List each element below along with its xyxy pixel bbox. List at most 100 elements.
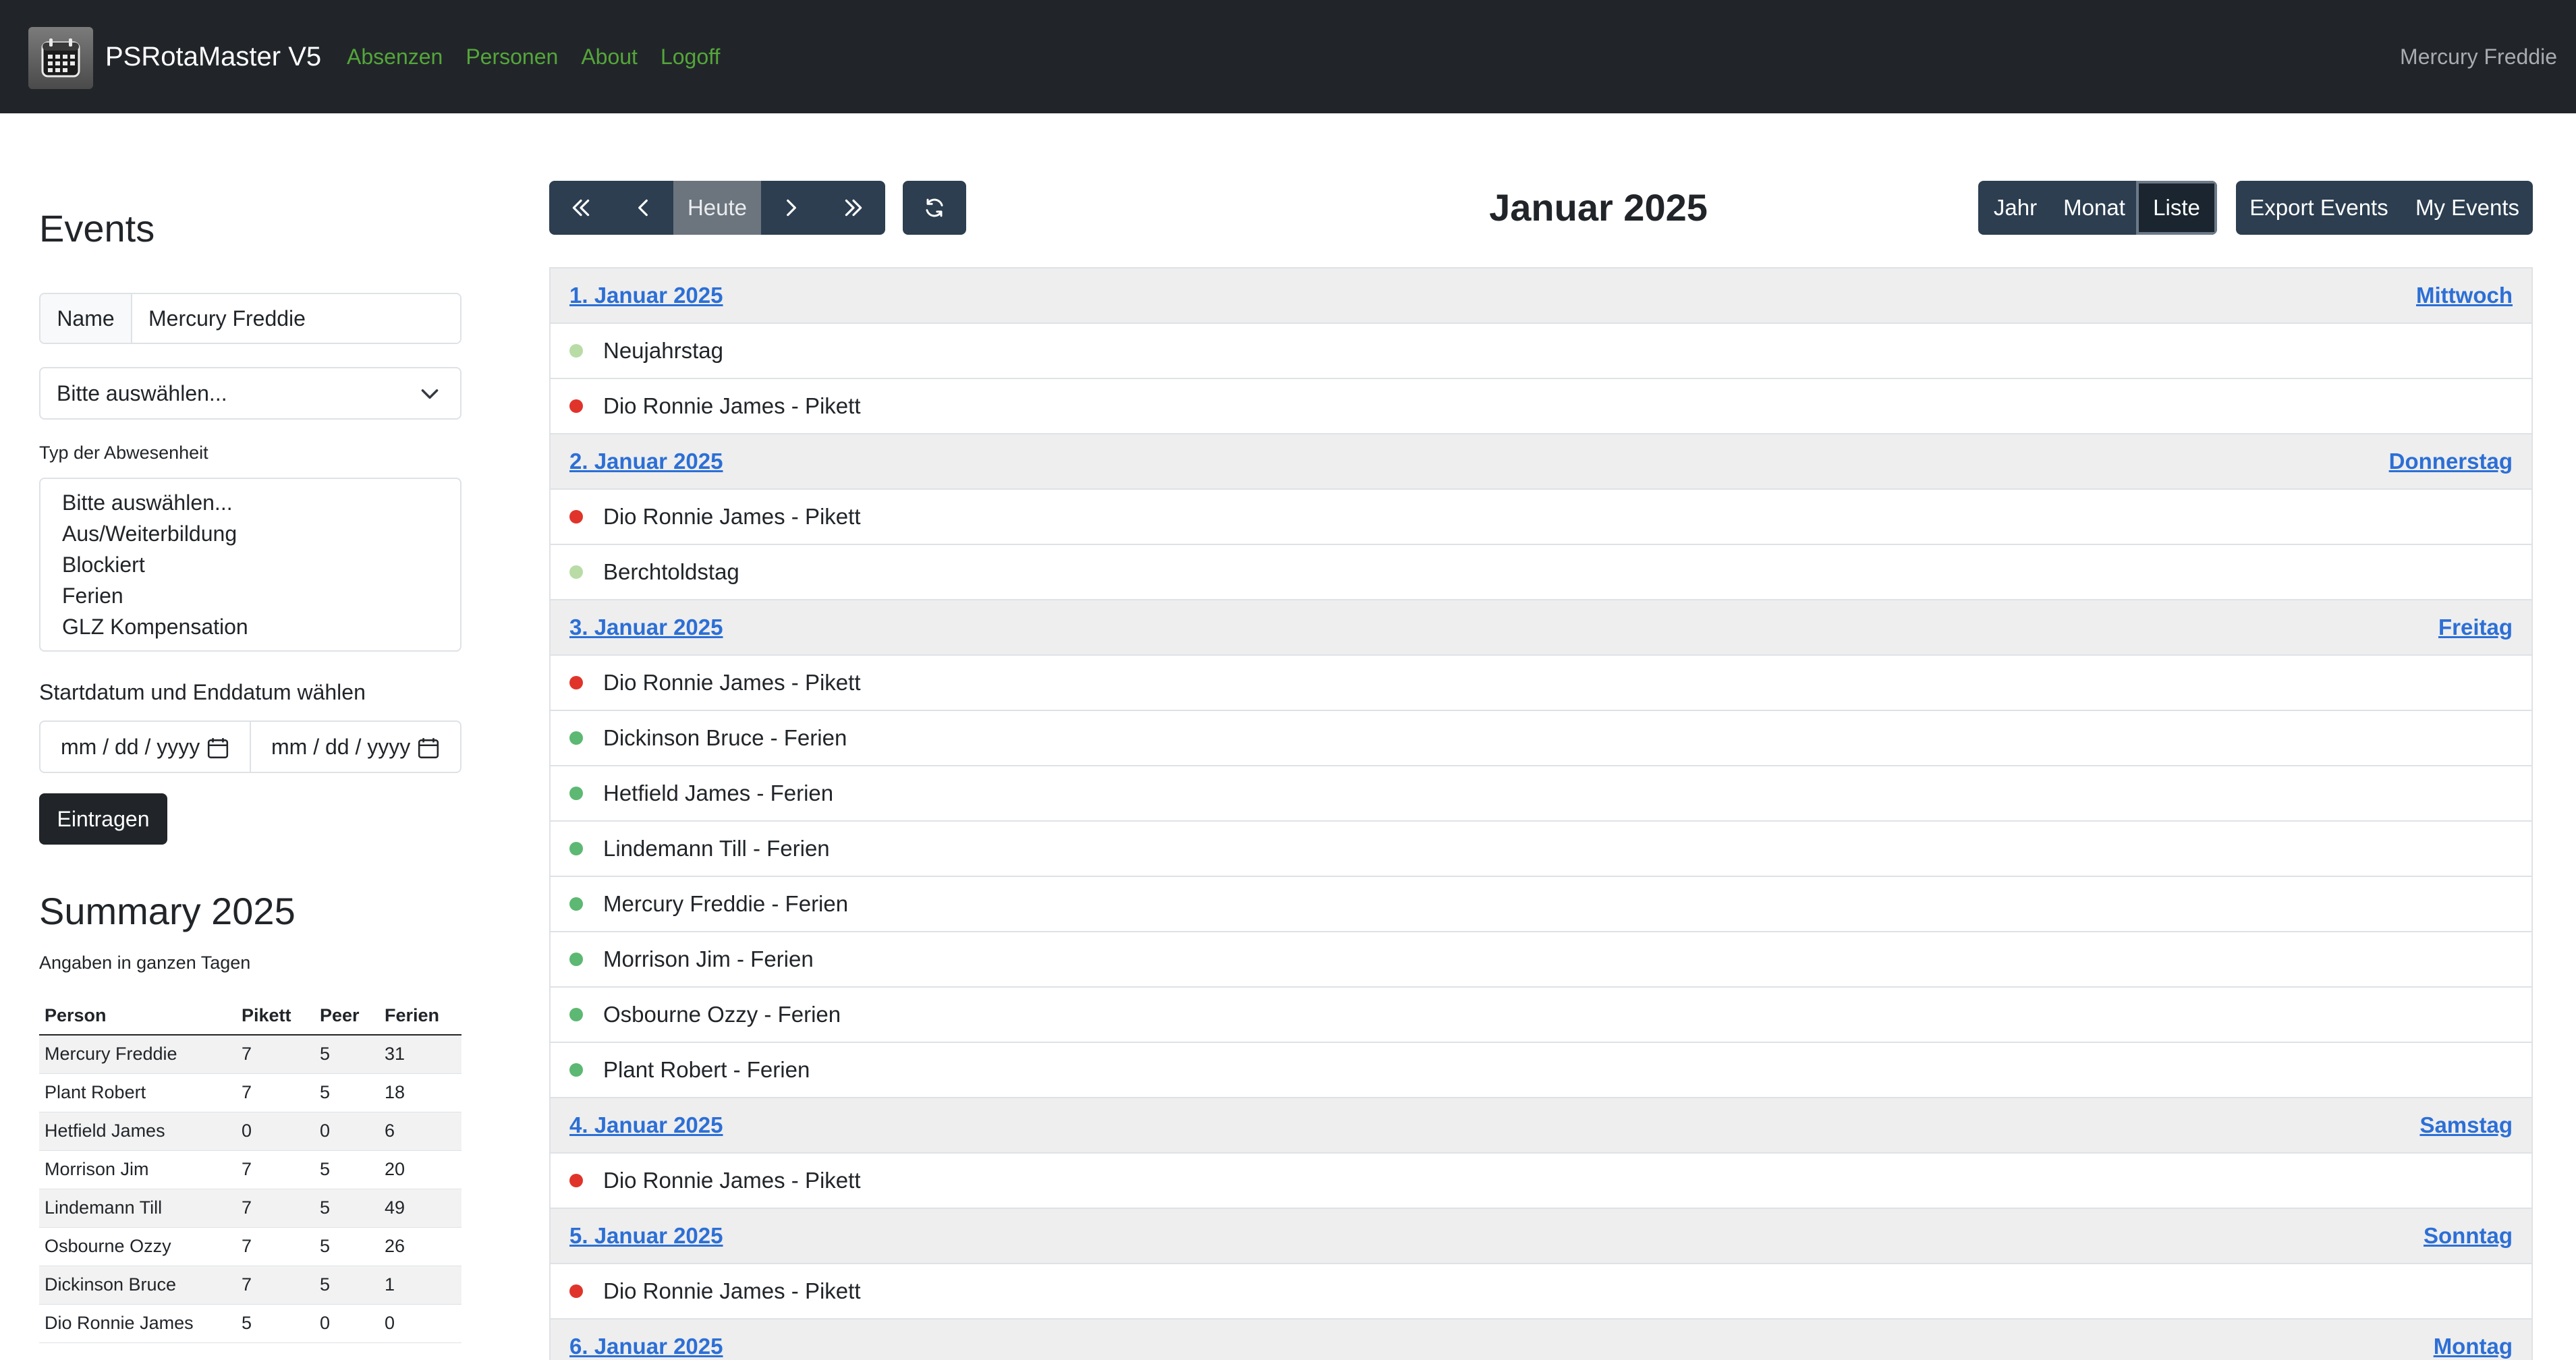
nav-link-logoff[interactable]: Logoff <box>661 43 720 70</box>
event-row[interactable]: Lindemann Till - Ferien <box>551 822 2531 877</box>
name-label: Name <box>40 294 132 343</box>
view-year-button[interactable]: Jahr <box>1978 181 2052 235</box>
event-color-dot-icon <box>569 842 583 855</box>
summary-row: Plant Robert 7 5 18 <box>39 1073 461 1112</box>
calendar-logo-icon[interactable] <box>28 27 93 89</box>
event-row[interactable]: Osbourne Ozzy - Ferien <box>551 988 2531 1043</box>
day-date-link[interactable]: 5. Januar 2025 <box>569 1223 723 1249</box>
start-date-field[interactable]: mm / dd / yyyy <box>40 722 250 772</box>
view-button-group: Jahr Monat Liste <box>1978 181 2217 235</box>
absence-type-option[interactable]: Bitte auswählen... <box>62 487 460 518</box>
summary-cell-ferien: 26 <box>379 1227 461 1266</box>
day-date-link[interactable]: 4. Januar 2025 <box>569 1112 723 1138</box>
event-title: Lindemann Till - Ferien <box>603 836 830 861</box>
event-title: Dio Ronnie James - Pikett <box>603 393 861 418</box>
person-select[interactable]: Bitte auswählen... <box>39 367 461 420</box>
summary-heading: Summary 2025 <box>39 890 296 932</box>
event-row[interactable]: Dickinson Bruce - Ferien <box>551 711 2531 766</box>
export-button-group: Export Events My Events <box>2236 181 2533 235</box>
summary-cell-pikett: 7 <box>236 1035 314 1074</box>
absence-type-option[interactable]: Ferien <box>62 580 460 611</box>
export-events-button[interactable]: Export Events <box>2236 181 2402 235</box>
event-color-dot-icon <box>569 344 583 358</box>
absence-type-option[interactable]: Aus/Weiterbildung <box>62 518 460 549</box>
summary-cell-person: Lindemann Till <box>39 1189 236 1228</box>
event-color-dot-icon <box>569 953 583 966</box>
summary-cell-person: Plant Robert <box>39 1073 236 1112</box>
calendar-icon[interactable] <box>206 737 229 760</box>
absence-type-listbox[interactable]: Bitte auswählen... Aus/Weiterbildung Blo… <box>39 478 461 652</box>
absence-type-option[interactable]: GLZ Kompensation <box>62 611 460 642</box>
navbar: PSRotaMaster V5 Absenzen Personen About … <box>0 0 2576 113</box>
brand-name[interactable]: PSRotaMaster V5 <box>105 40 321 73</box>
day-date-link[interactable]: 2. Januar 2025 <box>569 449 723 474</box>
event-row[interactable]: Morrison Jim - Ferien <box>551 932 2531 988</box>
submit-button[interactable]: Eintragen <box>39 793 167 845</box>
refresh-button[interactable] <box>903 181 966 235</box>
event-row[interactable]: Dio Ronnie James - Pikett <box>551 490 2531 545</box>
name-field[interactable] <box>132 294 460 343</box>
summary-note: Angaben in ganzen Tagen <box>39 953 251 973</box>
event-color-dot-icon <box>569 399 583 413</box>
day-weekday-link[interactable]: Samstag <box>2419 1112 2513 1138</box>
day-date-link[interactable]: 1. Januar 2025 <box>569 283 723 308</box>
event-title: Berchtoldstag <box>603 559 739 584</box>
date-range-label: Startdatum und Enddatum wählen <box>39 680 366 704</box>
event-row[interactable]: Mercury Freddie - Ferien <box>551 877 2531 932</box>
prev-month-button[interactable] <box>613 181 673 235</box>
summary-cell-peer: 5 <box>314 1189 379 1228</box>
calendar-toolbar: Heute Januar 2025 Jahr Monat Liste Expor… <box>549 181 2533 236</box>
day-weekday-link[interactable]: Freitag <box>2438 615 2513 640</box>
day-date-link[interactable]: 3. Januar 2025 <box>569 615 723 640</box>
event-title: Dickinson Bruce - Ferien <box>603 725 847 750</box>
absence-type-label: Typ der Abwesenheit <box>39 443 208 463</box>
end-date-field[interactable]: mm / dd / yyyy <box>250 722 460 772</box>
col-header-person: Person <box>39 997 236 1036</box>
day-weekday-link[interactable]: Sonntag <box>2424 1223 2513 1249</box>
event-row[interactable]: Dio Ronnie James - Pikett <box>551 1264 2531 1320</box>
day-weekday-link[interactable]: Donnerstag <box>2389 449 2513 474</box>
day-weekday-link[interactable]: Montag <box>2434 1334 2513 1359</box>
event-row[interactable]: Dio Ronnie James - Pikett <box>551 656 2531 711</box>
prev-year-button[interactable] <box>549 181 613 235</box>
summary-cell-peer: 5 <box>314 1227 379 1266</box>
calendar-icon[interactable] <box>417 737 440 760</box>
event-row[interactable]: Berchtoldstag <box>551 545 2531 600</box>
event-color-dot-icon <box>569 731 583 745</box>
next-month-button[interactable] <box>761 181 822 235</box>
event-row[interactable]: Neujahrstag <box>551 324 2531 379</box>
event-title: Hetfield James - Ferien <box>603 781 834 805</box>
event-row[interactable]: Plant Robert - Ferien <box>551 1043 2531 1098</box>
double-chevron-right-icon <box>845 199 862 217</box>
today-button[interactable]: Heute <box>673 181 761 235</box>
summary-cell-pikett: 7 <box>236 1189 314 1228</box>
nav-link-absenzen[interactable]: Absenzen <box>347 43 443 70</box>
name-input-group: Name <box>39 293 461 344</box>
summary-cell-pikett: 7 <box>236 1227 314 1266</box>
absence-type-option[interactable]: Blockiert <box>62 549 460 580</box>
summary-cell-ferien: 6 <box>379 1112 461 1151</box>
view-month-button[interactable]: Monat <box>2052 181 2136 235</box>
refresh-button-group <box>903 181 966 235</box>
event-title: Mercury Freddie - Ferien <box>603 891 849 916</box>
chevron-left-icon <box>638 199 648 217</box>
event-row[interactable]: Dio Ronnie James - Pikett <box>551 1154 2531 1209</box>
event-title: Neujahrstag <box>603 338 723 363</box>
summary-row: Dio Ronnie James 5 0 0 <box>39 1304 461 1343</box>
event-title: Dio Ronnie James - Pikett <box>603 504 861 529</box>
col-header-ferien: Ferien <box>379 997 461 1036</box>
event-row[interactable]: Hetfield James - Ferien <box>551 766 2531 822</box>
summary-row: Mercury Freddie 7 5 31 <box>39 1035 461 1074</box>
nav-link-about[interactable]: About <box>581 43 638 70</box>
day-weekday-link[interactable]: Mittwoch <box>2416 283 2513 308</box>
summary-cell-peer: 5 <box>314 1035 379 1074</box>
day-date-link[interactable]: 6. Januar 2025 <box>569 1334 723 1359</box>
nav-link-personen[interactable]: Personen <box>466 43 558 70</box>
event-title: Morrison Jim - Ferien <box>603 946 814 971</box>
next-year-button[interactable] <box>822 181 885 235</box>
day-header: 5. Januar 2025 Sonntag <box>551 1209 2531 1264</box>
my-events-button[interactable]: My Events <box>2402 181 2533 235</box>
event-color-dot-icon <box>569 897 583 911</box>
view-list-button[interactable]: Liste <box>2136 181 2217 235</box>
event-row[interactable]: Dio Ronnie James - Pikett <box>551 379 2531 434</box>
